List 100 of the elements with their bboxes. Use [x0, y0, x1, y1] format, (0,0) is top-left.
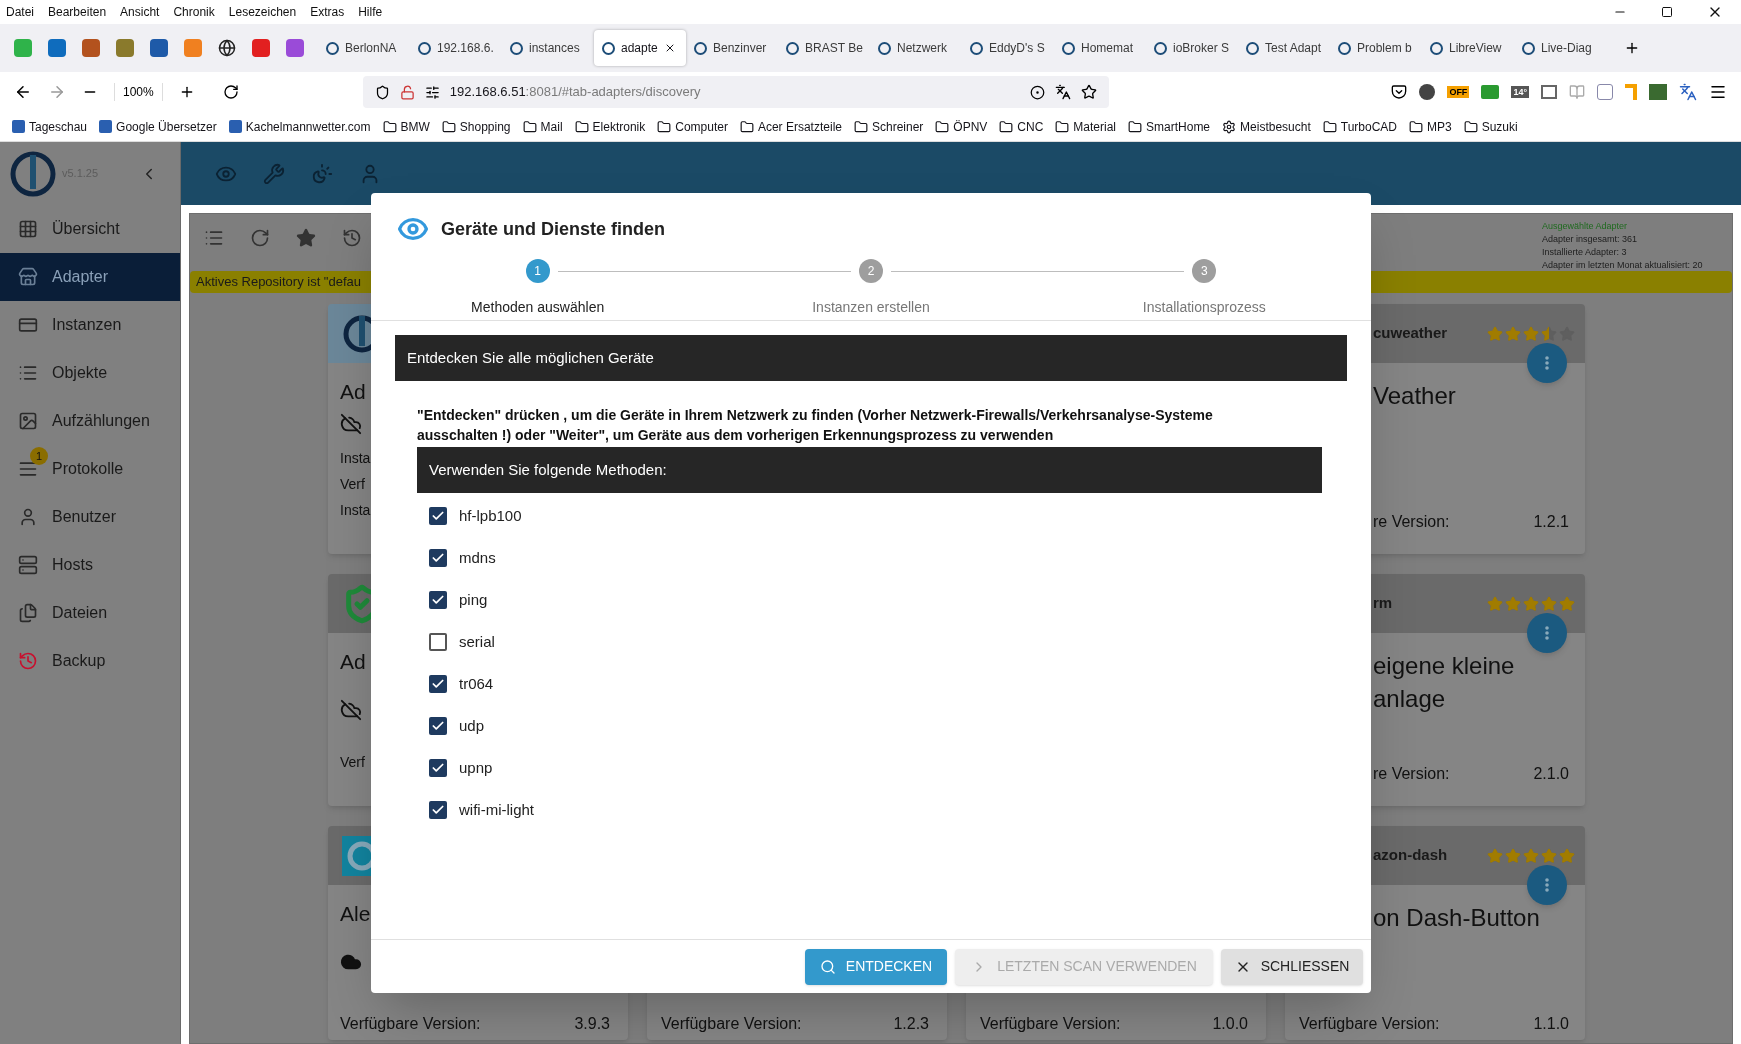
star-icon[interactable]	[296, 228, 316, 248]
sidebar-item[interactable]: Dateien	[0, 589, 180, 637]
sidebar-item[interactable]: Backup	[0, 637, 180, 685]
favicon-icon	[878, 41, 891, 55]
back-icon[interactable]	[14, 83, 32, 101]
pinned-tab-icon[interactable]	[116, 39, 134, 57]
extension-icon[interactable]	[1029, 84, 1045, 100]
maximize-icon[interactable]	[1661, 6, 1673, 18]
pocket-icon[interactable]	[1391, 84, 1408, 100]
checkbox[interactable]	[429, 675, 447, 693]
adapter-name: rm	[1373, 593, 1393, 614]
dialog-button[interactable]: SCHLIESSEN	[1221, 948, 1363, 985]
menu-item[interactable]: Extras	[310, 3, 345, 21]
sidebar-item[interactable]: Hosts	[0, 541, 180, 589]
browser-tab[interactable]: BerlonNA	[318, 30, 410, 66]
adapter-name: azon-dash	[1373, 845, 1448, 866]
pinned-tab-icon[interactable]	[48, 39, 66, 57]
checkbox[interactable]	[429, 717, 447, 735]
new-tab-icon[interactable]	[1624, 40, 1640, 56]
more-button[interactable]	[1527, 865, 1567, 905]
menu-item[interactable]: Hilfe	[358, 3, 383, 21]
more-button[interactable]	[1527, 343, 1567, 383]
sidebar-item[interactable]: Instanzen	[0, 301, 180, 349]
favicon-icon	[1430, 41, 1443, 55]
browser-tab[interactable]: instances	[502, 30, 594, 66]
sidebar-item[interactable]: Objekte	[0, 349, 180, 397]
browser-tab[interactable]: BRAST Be	[778, 30, 870, 66]
bookmark-link[interactable]: Shopping	[459, 117, 511, 136]
favicon-icon	[12, 120, 25, 133]
bookmark-link[interactable]: ÖPNV	[953, 117, 988, 136]
sidebar-item[interactable]: Adapter	[0, 253, 180, 301]
extension-icon[interactable]	[1419, 84, 1436, 100]
bookmark-link[interactable]: Computer	[675, 117, 728, 136]
checkbox[interactable]	[429, 507, 447, 525]
extension-badge[interactable]: 14°	[1511, 86, 1529, 98]
reload-icon[interactable]	[222, 84, 239, 100]
bookmark-star-icon[interactable]	[1080, 84, 1097, 100]
browser-tab[interactable]: LibreView	[1422, 30, 1514, 66]
browser-tab[interactable]: EddyD's S	[962, 30, 1054, 66]
menu-item[interactable]: Bearbeiten	[48, 3, 107, 21]
browser-tab[interactable]: Netzwerk	[870, 30, 962, 66]
step-label: Installationsprozess	[1142, 298, 1266, 317]
bookmark-link[interactable]: Elektronik	[592, 117, 646, 136]
forward-icon[interactable]	[48, 83, 66, 101]
bookmark-link[interactable]: BMW	[400, 117, 430, 136]
folder-icon	[853, 119, 868, 134]
browser-tab[interactable]: Live-Diag	[1514, 30, 1606, 66]
menu-item[interactable]: Datei	[6, 3, 34, 21]
history-icon[interactable]	[342, 228, 362, 248]
menu-icon[interactable]	[1709, 83, 1727, 101]
bookmark-link[interactable]: TurboCAD	[1340, 117, 1397, 136]
browser-tab[interactable]: Homemat	[1054, 30, 1146, 66]
sidebar-item[interactable]: Benutzer	[0, 493, 180, 541]
more-button[interactable]	[1527, 613, 1567, 653]
refresh-icon[interactable]	[250, 228, 270, 248]
pinned-tab-icon[interactable]	[150, 39, 168, 57]
zoom-level[interactable]: 100%	[114, 83, 163, 101]
browser-tab[interactable]: Problem b	[1330, 30, 1422, 66]
pinned-tab-icon[interactable]	[82, 39, 100, 57]
list-view-icon[interactable]	[204, 228, 224, 248]
checkbox[interactable]	[429, 591, 447, 609]
bookmark-link[interactable]: Schreiner	[871, 117, 924, 136]
browser-tab[interactable]: 192.168.6.	[410, 30, 502, 66]
bookmark-link[interactable]: SmartHome	[1146, 117, 1211, 136]
bookmark-link[interactable]: Google Übersetzer	[116, 117, 217, 136]
bookmark-link[interactable]: Suzuki	[1481, 117, 1518, 136]
sidebar-item[interactable]: Übersicht	[0, 205, 180, 253]
translate-icon[interactable]	[1054, 84, 1071, 100]
bookmark-link[interactable]: MP3	[1427, 117, 1452, 136]
bookmark-link[interactable]: Material	[1073, 117, 1117, 136]
extension-badge[interactable]: OFF	[1447, 86, 1470, 98]
menu-item[interactable]: Chronik	[173, 3, 215, 21]
browser-tab[interactable]: Test Adapt	[1238, 30, 1330, 66]
browser-tab[interactable]: adapte	[594, 30, 686, 66]
browser-tab[interactable]: ioBroker S	[1146, 30, 1238, 66]
bookmark-link[interactable]: CNC	[1017, 117, 1044, 136]
pinned-tab-icon[interactable]	[286, 39, 304, 57]
checkbox[interactable]	[429, 633, 447, 651]
sidebar-label: Protokolle	[52, 459, 124, 479]
version-label: re Version:	[1373, 764, 1450, 784]
sidebar-item[interactable]: Protokolle 1	[0, 445, 180, 493]
url-field[interactable]: 192.168.6.51:8081/#tab-adapters/discovery	[362, 76, 1109, 108]
star-icon	[1505, 595, 1521, 612]
bookmark-link[interactable]: Tageschau	[29, 117, 88, 136]
sidebar-item[interactable]: Aufzählungen	[0, 397, 180, 445]
pinned-tab-icon[interactable]	[252, 39, 270, 57]
globe-icon[interactable]	[218, 39, 236, 57]
version-value: 1.2.1	[1533, 512, 1569, 532]
menu-item[interactable]: Ansicht	[120, 3, 160, 21]
browser-tab[interactable]: Benzinver	[686, 30, 778, 66]
checkbox[interactable]	[429, 759, 447, 777]
bookmark-link[interactable]: Acer Ersatzteile	[757, 117, 842, 136]
checkbox-label: upnp	[459, 757, 493, 778]
menu-item[interactable]: Lesezeichen	[228, 3, 297, 21]
bookmark-link[interactable]: Mail	[540, 117, 563, 136]
reader-icon[interactable]	[1569, 84, 1585, 100]
bookmark-link[interactable]: Meistbesucht	[1240, 117, 1311, 136]
bookmark-link[interactable]: Kachelmannwetter.com	[245, 117, 371, 136]
checkbox[interactable]	[429, 549, 447, 567]
checkbox[interactable]	[429, 801, 447, 819]
